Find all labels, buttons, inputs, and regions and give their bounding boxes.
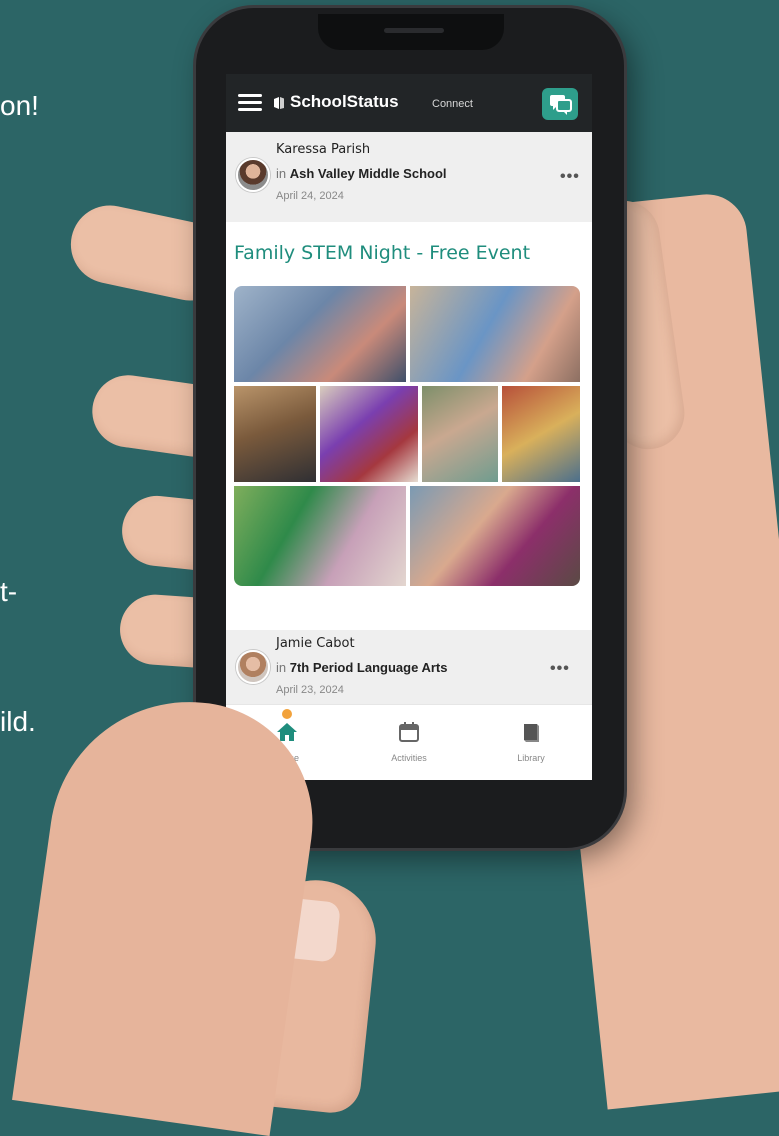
background-text-line-1: on! xyxy=(0,90,39,121)
notification-badge xyxy=(282,709,292,719)
speaker-grille xyxy=(384,28,444,33)
tab-activities[interactable]: Activities xyxy=(348,705,470,780)
phone-notch xyxy=(318,14,504,50)
post-title[interactable]: Family STEM Night - Free Event xyxy=(234,242,530,264)
in-prefix: in xyxy=(276,166,287,181)
book-icon xyxy=(524,724,539,742)
tab-label: Library xyxy=(517,753,545,763)
avatar[interactable] xyxy=(236,158,270,192)
post-group-line: in Ash Valley Middle School xyxy=(276,166,447,181)
phone-device: SchoolStatus Connect Karessa Parish in A… xyxy=(196,8,624,848)
collage-photo xyxy=(410,286,580,382)
app-screen: SchoolStatus Connect Karessa Parish in A… xyxy=(226,74,592,780)
post-group[interactable]: Ash Valley Middle School xyxy=(290,166,447,181)
post-header: Jamie Cabot in 7th Period Language Arts … xyxy=(226,630,592,704)
background-text-line-3: ild. xyxy=(0,706,36,737)
collage-photo xyxy=(234,486,406,586)
logo-icon xyxy=(274,97,284,109)
collage-photo xyxy=(502,386,580,482)
post-group-line: in 7th Period Language Arts xyxy=(276,660,447,675)
more-options-button[interactable]: ••• xyxy=(560,168,580,186)
post-date: April 24, 2024 xyxy=(276,190,344,202)
collage-photo xyxy=(422,386,498,482)
background-text-line-2: t- xyxy=(0,576,18,607)
app-header: SchoolStatus Connect xyxy=(226,74,592,132)
brand-subtitle: Connect xyxy=(432,98,473,110)
collage-photo xyxy=(320,386,418,482)
more-options-button[interactable]: ••• xyxy=(550,660,570,678)
collage-photo xyxy=(234,286,406,382)
chat-button[interactable] xyxy=(542,88,578,120)
menu-icon[interactable] xyxy=(238,94,262,112)
avatar[interactable] xyxy=(236,650,270,684)
collage-photo xyxy=(234,386,316,482)
post-author[interactable]: Karessa Parish xyxy=(276,142,370,157)
brand-name: SchoolStatus xyxy=(290,92,399,111)
post-author[interactable]: Jamie Cabot xyxy=(276,636,355,651)
in-prefix: in xyxy=(276,660,287,675)
tab-label: Activities xyxy=(391,753,427,763)
calendar-icon xyxy=(399,722,419,742)
tab-library[interactable]: Library xyxy=(470,705,592,780)
post-image-collage[interactable] xyxy=(234,286,580,586)
chat-icon xyxy=(550,95,572,115)
collage-photo xyxy=(410,486,580,586)
post-header: Karessa Parish in Ash Valley Middle Scho… xyxy=(226,132,592,222)
post-group[interactable]: 7th Period Language Arts xyxy=(290,660,448,675)
post-date: April 23, 2024 xyxy=(276,684,344,696)
